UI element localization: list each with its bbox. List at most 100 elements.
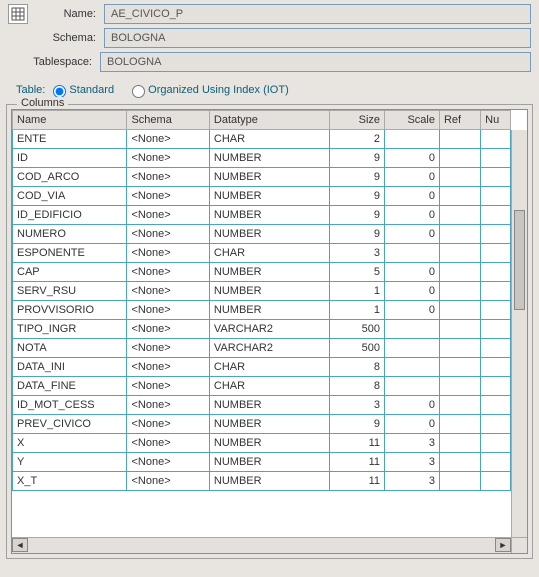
header-size[interactable]: Size (330, 111, 385, 130)
table-row[interactable]: PROVVISORIO<None>NUMBER10 (13, 301, 511, 320)
cell-datatype[interactable]: NUMBER (209, 168, 329, 187)
radio-standard[interactable]: Standard (48, 84, 114, 96)
cell-schema[interactable]: <None> (127, 339, 209, 358)
cell-datatype[interactable]: VARCHAR2 (209, 320, 329, 339)
cell-nu[interactable] (481, 358, 511, 377)
table-row[interactable]: TIPO_INGR<None>VARCHAR2500 (13, 320, 511, 339)
cell-scale[interactable]: 0 (385, 206, 440, 225)
cell-scale[interactable]: 0 (385, 187, 440, 206)
cell-datatype[interactable]: NUMBER (209, 472, 329, 491)
cell-name[interactable]: NUMERO (13, 225, 127, 244)
table-row[interactable]: DATA_FINE<None>CHAR8 (13, 377, 511, 396)
cell-schema[interactable]: <None> (127, 225, 209, 244)
header-scale[interactable]: Scale (385, 111, 440, 130)
cell-size[interactable]: 11 (330, 453, 385, 472)
cell-size[interactable]: 9 (330, 168, 385, 187)
cell-scale[interactable] (385, 339, 440, 358)
cell-ref[interactable] (439, 263, 480, 282)
table-row[interactable]: DATA_INI<None>CHAR8 (13, 358, 511, 377)
cell-ref[interactable] (439, 282, 480, 301)
cell-schema[interactable]: <None> (127, 358, 209, 377)
cell-schema[interactable]: <None> (127, 320, 209, 339)
scroll-left-icon[interactable]: ◄ (12, 538, 28, 552)
cell-name[interactable]: CAP (13, 263, 127, 282)
cell-nu[interactable] (481, 168, 511, 187)
cell-nu[interactable] (481, 263, 511, 282)
cell-nu[interactable] (481, 434, 511, 453)
cell-nu[interactable] (481, 149, 511, 168)
cell-scale[interactable]: 0 (385, 415, 440, 434)
table-row[interactable]: X_T<None>NUMBER113 (13, 472, 511, 491)
cell-name[interactable]: ESPONENTE (13, 244, 127, 263)
cell-nu[interactable] (481, 130, 511, 149)
vertical-scrollbar-thumb[interactable] (514, 210, 525, 310)
table-row[interactable]: CAP<None>NUMBER50 (13, 263, 511, 282)
cell-datatype[interactable]: NUMBER (209, 301, 329, 320)
cell-scale[interactable]: 3 (385, 434, 440, 453)
cell-datatype[interactable]: NUMBER (209, 206, 329, 225)
cell-datatype[interactable]: NUMBER (209, 282, 329, 301)
table-row[interactable]: ESPONENTE<None>CHAR3 (13, 244, 511, 263)
vertical-scrollbar[interactable] (511, 130, 527, 537)
cell-size[interactable]: 11 (330, 434, 385, 453)
cell-scale[interactable]: 3 (385, 453, 440, 472)
cell-datatype[interactable]: CHAR (209, 377, 329, 396)
table-row[interactable]: COD_VIA<None>NUMBER90 (13, 187, 511, 206)
header-ref[interactable]: Ref (439, 111, 480, 130)
cell-scale[interactable] (385, 358, 440, 377)
table-row[interactable]: ID<None>NUMBER90 (13, 149, 511, 168)
cell-size[interactable]: 9 (330, 149, 385, 168)
cell-datatype[interactable]: CHAR (209, 130, 329, 149)
cell-size[interactable]: 9 (330, 206, 385, 225)
cell-scale[interactable] (385, 244, 440, 263)
table-row[interactable]: NUMERO<None>NUMBER90 (13, 225, 511, 244)
cell-size[interactable]: 9 (330, 225, 385, 244)
name-input[interactable] (104, 4, 531, 24)
cell-size[interactable]: 11 (330, 472, 385, 491)
table-row[interactable]: SERV_RSU<None>NUMBER10 (13, 282, 511, 301)
cell-ref[interactable] (439, 187, 480, 206)
cell-datatype[interactable]: NUMBER (209, 453, 329, 472)
cell-ref[interactable] (439, 434, 480, 453)
cell-ref[interactable] (439, 149, 480, 168)
cell-datatype[interactable]: NUMBER (209, 396, 329, 415)
cell-schema[interactable]: <None> (127, 168, 209, 187)
cell-nu[interactable] (481, 225, 511, 244)
cell-nu[interactable] (481, 339, 511, 358)
table-row[interactable]: ENTE<None>CHAR2 (13, 130, 511, 149)
cell-datatype[interactable]: NUMBER (209, 225, 329, 244)
cell-schema[interactable]: <None> (127, 149, 209, 168)
cell-size[interactable]: 5 (330, 263, 385, 282)
cell-ref[interactable] (439, 168, 480, 187)
tablespace-input[interactable] (100, 52, 531, 72)
cell-size[interactable]: 500 (330, 320, 385, 339)
cell-scale[interactable] (385, 320, 440, 339)
cell-nu[interactable] (481, 301, 511, 320)
cell-ref[interactable] (439, 206, 480, 225)
cell-schema[interactable]: <None> (127, 415, 209, 434)
cell-ref[interactable] (439, 225, 480, 244)
cell-schema[interactable]: <None> (127, 396, 209, 415)
cell-size[interactable]: 8 (330, 358, 385, 377)
cell-nu[interactable] (481, 187, 511, 206)
table-row[interactable]: NOTA<None>VARCHAR2500 (13, 339, 511, 358)
cell-name[interactable]: DATA_FINE (13, 377, 127, 396)
cell-name[interactable]: X_T (13, 472, 127, 491)
cell-size[interactable]: 8 (330, 377, 385, 396)
cell-name[interactable]: DATA_INI (13, 358, 127, 377)
cell-schema[interactable]: <None> (127, 301, 209, 320)
table-row[interactable]: X<None>NUMBER113 (13, 434, 511, 453)
table-row[interactable]: ID_EDIFICIO<None>NUMBER90 (13, 206, 511, 225)
header-nu[interactable]: Nu (481, 111, 511, 130)
cell-scale[interactable]: 0 (385, 263, 440, 282)
cell-datatype[interactable]: NUMBER (209, 434, 329, 453)
cell-size[interactable]: 9 (330, 415, 385, 434)
cell-scale[interactable]: 0 (385, 225, 440, 244)
cell-scale[interactable]: 0 (385, 282, 440, 301)
cell-scale[interactable]: 0 (385, 396, 440, 415)
cell-scale[interactable]: 0 (385, 149, 440, 168)
cell-name[interactable]: ENTE (13, 130, 127, 149)
cell-nu[interactable] (481, 377, 511, 396)
table-row[interactable]: Y<None>NUMBER113 (13, 453, 511, 472)
cell-nu[interactable] (481, 206, 511, 225)
